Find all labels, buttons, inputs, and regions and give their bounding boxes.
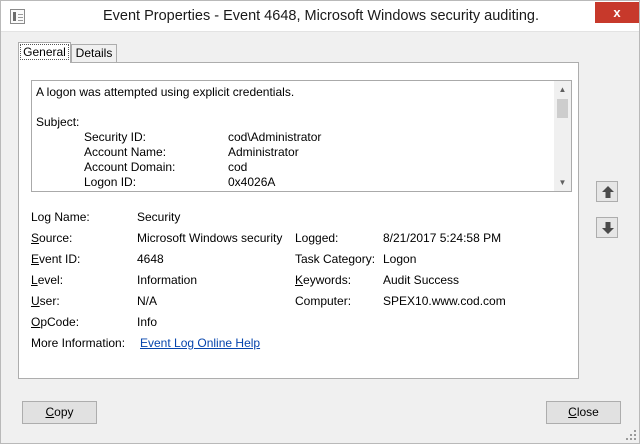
subject-account-domain-value: cod (228, 160, 248, 174)
source-value[interactable]: Microsoft Windows security (137, 231, 282, 245)
close-button[interactable]: Close (546, 401, 621, 424)
event-description-box[interactable]: A logon was attempted using explicit cre… (31, 80, 572, 192)
logged-label: Logged: (295, 231, 339, 245)
subject-account-name-value: Administrator (228, 145, 299, 159)
opcode-label: OpCode: (31, 315, 80, 329)
subject-account-domain-label: Account Domain: (84, 160, 176, 174)
log-name-value[interactable]: Security (137, 210, 180, 224)
event-properties-window: Event Properties - Event 4648, Microsoft… (0, 0, 640, 444)
more-information-label: More Information: (31, 336, 126, 350)
previous-event-button[interactable] (596, 181, 618, 202)
title-bar[interactable]: Event Properties - Event 4648, Microsoft… (1, 1, 639, 32)
up-arrow-icon (602, 186, 614, 198)
level-value[interactable]: Information (137, 273, 197, 287)
scroll-thumb[interactable] (557, 99, 568, 118)
source-label: Source: (31, 231, 73, 245)
window-title: Event Properties - Event 4648, Microsoft… (103, 8, 539, 24)
next-event-button[interactable] (596, 217, 618, 238)
event-id-label: Event ID: (31, 252, 81, 266)
tab-details-label: Details (75, 46, 113, 60)
subject-logon-id-label: Logon ID: (84, 175, 137, 189)
window-close-button[interactable]: x (595, 2, 639, 23)
subject-account-name-label: Account Name: (84, 145, 167, 159)
computer-label: Computer: (295, 294, 352, 308)
keywords-value[interactable]: Audit Success (383, 273, 459, 287)
log-name-label: Log Name: (31, 210, 90, 224)
computer-value[interactable]: SPEX10.www.cod.com (383, 294, 506, 308)
event-id-value[interactable]: 4648 (137, 252, 164, 266)
subject-logon-id-value: 0x4026A (228, 175, 276, 189)
resize-grip-icon[interactable] (625, 429, 637, 441)
keywords-label: Keywords: (295, 273, 352, 287)
subject-security-id-value: cod\Administrator (228, 130, 322, 144)
general-tab-panel: A logon was attempted using explicit cre… (18, 62, 579, 379)
level-label: Level: (31, 273, 64, 287)
user-value[interactable]: N/A (137, 294, 157, 308)
description-scrollbar[interactable]: ▲ ▼ (554, 81, 571, 191)
task-category-label: Task Category: (295, 252, 376, 266)
task-category-value[interactable]: Logon (383, 252, 416, 266)
tab-general-label: General (20, 44, 69, 60)
user-label: User: (31, 294, 60, 308)
tab-details[interactable]: Details (71, 44, 117, 63)
opcode-value[interactable]: Info (137, 315, 157, 329)
description-summary: A logon was attempted using explicit cre… (36, 85, 295, 99)
event-log-online-help-link[interactable]: Event Log Online Help (140, 336, 260, 350)
down-arrow-icon (602, 222, 614, 234)
copy-button[interactable]: Copy (22, 401, 97, 424)
subject-security-id-label: Security ID: (84, 130, 147, 144)
description-section-subject: Subject: (36, 115, 80, 129)
event-description-text: A logon was attempted using explicit cre… (32, 81, 554, 191)
scroll-up-icon[interactable]: ▲ (554, 81, 571, 98)
logged-value[interactable]: 8/21/2017 5:24:58 PM (383, 231, 501, 245)
scroll-down-icon[interactable]: ▼ (554, 174, 571, 191)
tab-general[interactable]: General (18, 42, 71, 63)
